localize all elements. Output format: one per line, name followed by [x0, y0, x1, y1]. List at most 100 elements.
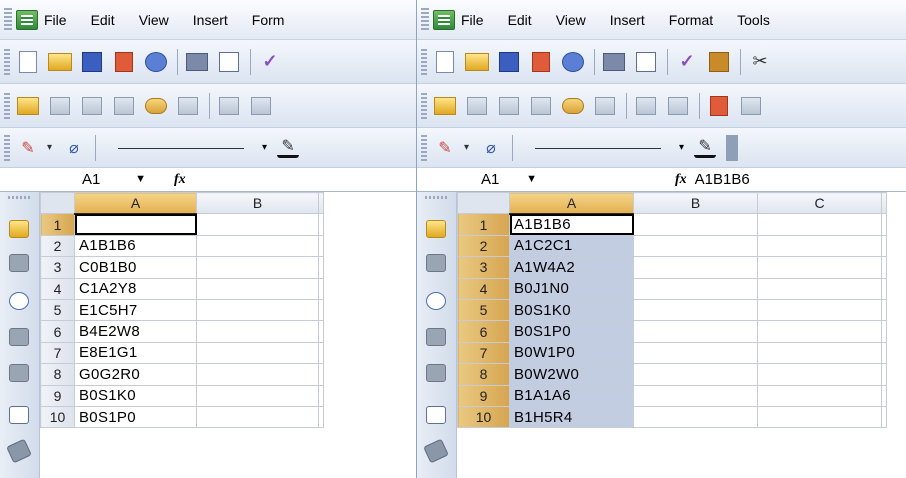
eraser-button[interactable]: ⌀ [478, 135, 504, 161]
cell[interactable] [633, 213, 758, 236]
cell-a[interactable]: B0W1P0 [509, 341, 634, 365]
row-header[interactable]: 5 [40, 298, 75, 322]
new-button[interactable] [15, 49, 41, 75]
cell[interactable] [318, 256, 324, 279]
formula-input[interactable]: A1B1B6 [695, 171, 750, 188]
chevron-down-icon[interactable]: ▼ [135, 173, 146, 185]
line-color-button[interactable]: ✎ [277, 138, 300, 158]
tool-button-9[interactable] [738, 93, 764, 119]
eraser-button[interactable]: ⌀ [61, 135, 87, 161]
cell[interactable] [757, 320, 882, 343]
chevron-down-icon[interactable]: ▾ [464, 142, 474, 153]
box-icon[interactable] [426, 328, 446, 346]
menu-format[interactable]: Form [252, 12, 285, 28]
cell[interactable] [318, 234, 324, 258]
cell[interactable] [196, 363, 319, 386]
toolbar-grip[interactable] [421, 92, 427, 119]
cut-button[interactable]: ✂ [747, 49, 773, 75]
open-button[interactable] [47, 49, 73, 75]
cell[interactable] [196, 256, 319, 279]
line-style-select[interactable] [525, 135, 675, 161]
toolbar-options-button[interactable] [726, 134, 739, 161]
tool-button-3[interactable] [111, 93, 137, 119]
cell-a[interactable]: B1H5R4 [509, 405, 634, 429]
column-header-a[interactable]: A [509, 191, 634, 215]
cell[interactable] [633, 363, 758, 386]
cell-a[interactable]: G0G2R0 [74, 363, 197, 386]
row-header[interactable]: 9 [40, 384, 75, 407]
cell[interactable] [196, 213, 319, 236]
print-preview-button[interactable] [633, 49, 659, 75]
cell[interactable] [881, 363, 887, 386]
row-header[interactable]: 3 [40, 256, 75, 279]
tool-button-5[interactable] [175, 93, 201, 119]
cell[interactable] [633, 320, 758, 343]
tool-icon[interactable] [426, 364, 446, 382]
toolbar-grip[interactable] [421, 134, 427, 161]
calculator-icon[interactable] [9, 406, 29, 424]
cell-a1[interactable] [74, 213, 197, 236]
row-header[interactable]: 1 [40, 213, 75, 236]
menu-tools[interactable]: Tools [737, 12, 770, 28]
cell[interactable] [318, 277, 324, 300]
row-header[interactable]: 10 [457, 405, 510, 429]
menu-view[interactable]: View [556, 12, 586, 28]
cell[interactable] [633, 256, 758, 279]
cell-a[interactable]: E8E1G1 [74, 341, 197, 365]
cell[interactable] [757, 363, 882, 386]
folder-icon[interactable] [9, 220, 29, 238]
select-all-corner[interactable] [40, 191, 75, 215]
cell[interactable] [757, 234, 882, 258]
menu-insert[interactable]: Insert [193, 12, 228, 28]
cell[interactable] [881, 384, 887, 407]
toolbar-grip[interactable] [4, 48, 10, 75]
menu-edit[interactable]: Edit [91, 12, 115, 28]
tool-button-4[interactable] [560, 93, 586, 119]
cell-a[interactable]: E1C5H7 [74, 298, 197, 322]
folder-icon[interactable] [426, 220, 446, 238]
cell-a[interactable]: B0W2W0 [509, 363, 634, 386]
row-header[interactable]: 6 [457, 320, 510, 343]
cell-a[interactable]: A1B1B6 [74, 234, 197, 258]
cell-a1[interactable]: A1B1B6 [509, 213, 634, 236]
tool-button-1[interactable] [47, 93, 73, 119]
cell-a[interactable]: A1W4A2 [509, 256, 634, 279]
cell[interactable] [196, 277, 319, 300]
line-style-select[interactable] [108, 135, 258, 161]
cell[interactable] [633, 277, 758, 300]
cell[interactable] [881, 341, 887, 365]
cell[interactable] [633, 405, 758, 429]
folder-button[interactable] [432, 93, 458, 119]
draw-border-button[interactable]: ✎ [432, 135, 458, 161]
row-header[interactable]: 9 [457, 384, 510, 407]
cell-a[interactable]: B0S1P0 [509, 320, 634, 343]
cell[interactable] [633, 341, 758, 365]
box-icon[interactable] [9, 254, 29, 272]
row-header[interactable]: 2 [457, 234, 510, 258]
cell[interactable] [196, 320, 319, 343]
research-button[interactable] [706, 49, 732, 75]
toolbar-grip[interactable] [421, 7, 429, 32]
print-button[interactable] [601, 49, 627, 75]
tool-button-2[interactable] [79, 93, 105, 119]
row-header[interactable]: 4 [40, 277, 75, 300]
tool-button-7[interactable] [665, 93, 691, 119]
calculator-icon[interactable] [426, 406, 446, 424]
tool-button-6[interactable] [216, 93, 242, 119]
chevron-down-icon[interactable]: ▾ [262, 142, 267, 153]
cell[interactable] [757, 384, 882, 407]
tool-button-5[interactable] [592, 93, 618, 119]
box-icon[interactable] [426, 254, 446, 272]
cell[interactable] [757, 298, 882, 322]
row-header[interactable]: 7 [457, 341, 510, 365]
column-header-c[interactable] [318, 191, 324, 215]
row-header[interactable]: 5 [457, 298, 510, 322]
cell[interactable] [318, 320, 324, 343]
cell[interactable] [196, 405, 319, 429]
toolbar-grip[interactable] [421, 48, 427, 75]
cell[interactable] [633, 234, 758, 258]
cell[interactable] [196, 298, 319, 322]
cell[interactable] [633, 298, 758, 322]
cell[interactable] [318, 405, 324, 429]
tool-icon[interactable] [9, 364, 29, 382]
